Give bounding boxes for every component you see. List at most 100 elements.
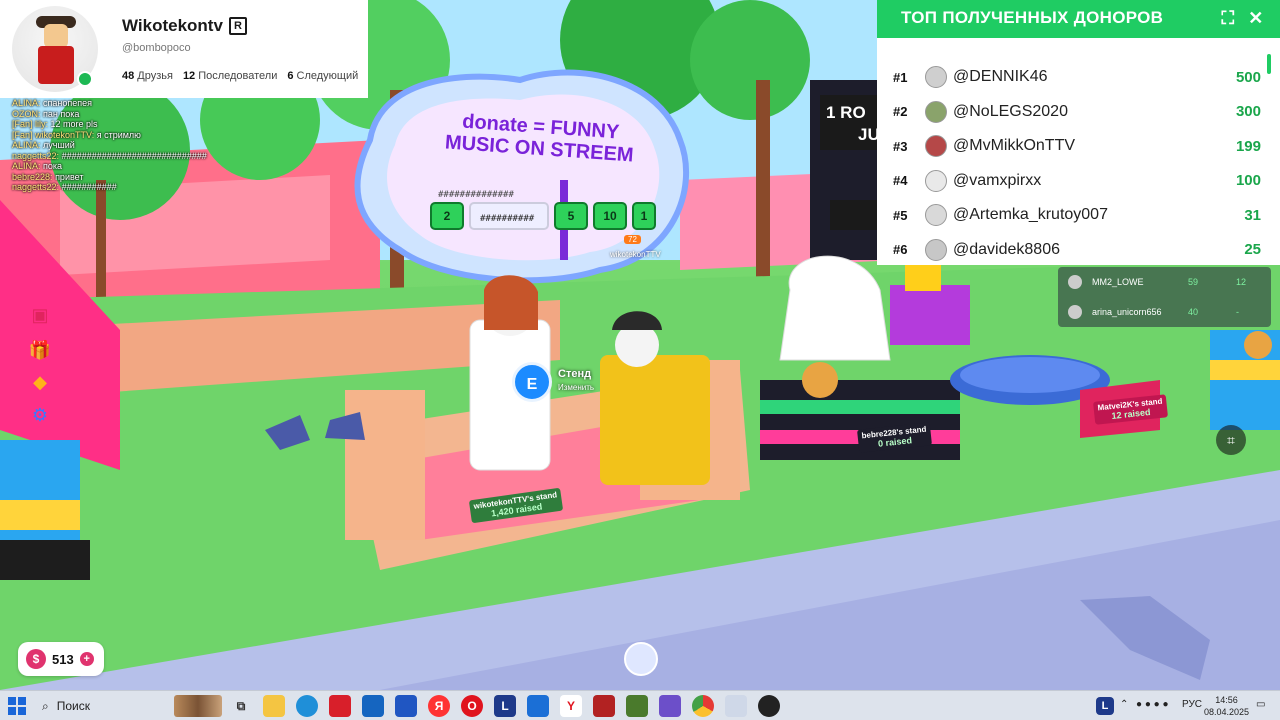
profile-stats: 48 Друзья 12 Последователи 6 Следующий <box>122 70 358 82</box>
file-explorer-icon[interactable] <box>263 695 285 717</box>
donor-amount: 300 <box>1235 103 1261 121</box>
donor-name: @Artemka_krutoy007 <box>953 206 1108 224</box>
friends-stat: 48 Друзья <box>122 70 173 82</box>
booth-sign-line1: 1 RO <box>826 103 866 122</box>
add-robux-icon[interactable]: + <box>79 652 94 666</box>
donor-rank: #5 <box>893 207 908 223</box>
mini-value-a: 40 <box>1188 307 1199 317</box>
prompt-key[interactable]: E <box>512 362 552 402</box>
mini-name: MM2_LOWE <box>1092 277 1144 287</box>
booth-sign-line2: JU <box>858 125 880 144</box>
donate-button-5[interactable]: 10 <box>593 202 627 230</box>
following-stat: 6 Следующий <box>287 70 358 82</box>
sign-hash2: ########## <box>480 214 535 224</box>
donate-button-1[interactable]: 2 <box>430 202 464 230</box>
search-icon: ⌕ <box>42 698 49 713</box>
profile-handle: @bomboроco <box>122 42 191 54</box>
robux-icon: $ <box>26 649 46 669</box>
chrome-icon[interactable] <box>692 695 714 717</box>
donor-avatar <box>925 100 947 123</box>
game-icon[interactable] <box>659 695 681 717</box>
donate-button-6[interactable]: 1 <box>632 202 656 230</box>
screenshot-icon[interactable]: ⌗ <box>1216 425 1246 455</box>
sign-hash: ############## <box>438 190 514 200</box>
following-label: Следующий <box>296 70 359 82</box>
game-launcher-icon[interactable] <box>593 695 615 717</box>
roblox-icon[interactable] <box>725 695 747 717</box>
followers-count: 12 <box>182 70 196 82</box>
donor-name: @davidek8806 <box>953 240 1060 258</box>
task-view-icon[interactable]: ⧉ <box>230 695 252 717</box>
followers-label: Последователи <box>198 70 278 82</box>
friends-count: 48 <box>122 70 135 82</box>
antivirus-icon[interactable] <box>329 695 351 717</box>
donor-row[interactable]: #6 @davidek8806 25 <box>877 233 1280 268</box>
interaction-prompt[interactable]: E Стенд Изменить <box>512 362 612 402</box>
profile-name: Wikotekontv <box>122 16 223 35</box>
close-icon[interactable]: ✕ <box>1245 8 1267 30</box>
donor-amount: 25 <box>1244 241 1261 259</box>
tray-launcher-icon[interactable]: L <box>1096 697 1114 715</box>
shop-icon[interactable]: ▣ <box>28 303 52 327</box>
yandex-icon[interactable]: Я <box>428 695 450 717</box>
donor-row[interactable]: #2 @NoLEGS2020 300 <box>877 95 1280 130</box>
search-highlight-image <box>174 695 222 717</box>
tray-icons[interactable]: ● ● ● ● <box>1136 699 1169 710</box>
chat-line: naggetts22: ############################… <box>12 150 207 161</box>
clock-time: 14:56 <box>1215 695 1238 705</box>
sign-donation-buttons: 2 5 10 1 <box>430 202 656 230</box>
donor-name: @NoLEGS2020 <box>953 102 1068 120</box>
premium-icon: R <box>228 17 247 35</box>
expand-icon[interactable]: ⛶ <box>1217 8 1239 30</box>
donor-avatar <box>925 238 947 261</box>
start-button[interactable] <box>8 697 26 715</box>
clock-date: 08.04.2025 <box>1204 707 1250 717</box>
taskbar-clock[interactable]: 14:56 08.04.2025 <box>1204 694 1249 718</box>
calculator-icon[interactable] <box>395 695 417 717</box>
launcher-icon[interactable]: L <box>494 695 516 717</box>
tray-chevron-icon[interactable]: ⌃ <box>1120 699 1128 710</box>
donor-row[interactable]: #1 @DENNIK46 500 <box>877 60 1280 95</box>
donate-button-4[interactable]: 5 <box>554 202 588 230</box>
chat-line: bebre228: привет <box>12 171 84 182</box>
mini-value-b: - <box>1236 307 1239 317</box>
language-indicator[interactable]: РУС <box>1182 699 1202 710</box>
robux-value: 513 <box>52 651 74 667</box>
chat-line: ALINA: спанопепея <box>12 98 93 108</box>
donor-amount: 100 <box>1235 172 1261 190</box>
donor-amount: 500 <box>1235 68 1261 86</box>
chat-line: [Fan] wikotekonTTV: я стримлю <box>12 129 141 140</box>
mini-row: arina_unicorn656 40 - <box>1058 297 1271 327</box>
donor-avatar <box>925 66 947 89</box>
streamer-profile-card: Wikotekontv R @bomboроco 48 Друзья 12 Посл… <box>0 0 368 98</box>
donor-row[interactable]: #4 @vamxpirxx 100 <box>877 164 1280 199</box>
prompt-subtitle: Изменить <box>558 383 595 392</box>
settings-icon[interactable]: ⚙ <box>28 403 52 427</box>
windows-taskbar: ⌕ Поиск ⧉ Я O L Y L ⌃ ● ● ● ● РУС 14:56 … <box>0 690 1280 720</box>
game-chat: ALINA: спанопепея OZON: пан пока [Fan] l… <box>12 98 252 193</box>
chat-line: OZON: пан пока <box>12 108 80 119</box>
chat-line: naggetts22: ########### <box>12 182 117 192</box>
donor-name: @vamxpirxx <box>953 171 1042 189</box>
obs-icon[interactable] <box>758 695 780 717</box>
donor-name: @MvMikkOnTTV <box>953 137 1076 155</box>
donor-row[interactable]: #5 @Artemka_krutoy007 31 <box>877 198 1280 233</box>
opera-icon[interactable]: O <box>461 695 483 717</box>
minecraft-icon[interactable] <box>626 695 648 717</box>
boost-icon[interactable]: ◆ <box>28 370 52 394</box>
robux-balance[interactable]: $ 513 + <box>18 642 104 676</box>
edge-icon[interactable] <box>296 695 318 717</box>
yandex-browser-icon[interactable]: Y <box>560 695 582 717</box>
donor-avatar <box>925 204 947 227</box>
mini-row: MM2_LOWE 59 12 <box>1058 267 1271 297</box>
outlook-icon[interactable] <box>362 695 384 717</box>
friends-label: Друзья <box>137 70 173 82</box>
donor-row[interactable]: #3 @MvMikkOnTTV 199 <box>877 129 1280 164</box>
notification-icon[interactable]: ▭ <box>1256 699 1265 710</box>
mini-value-a: 59 <box>1188 277 1199 287</box>
chat-line: [Fan] lily: 12 more pls <box>12 119 98 129</box>
donor-rank: #6 <box>893 242 908 258</box>
donor-amount: 199 <box>1235 137 1261 155</box>
gift-icon[interactable]: 🎁 <box>28 338 52 362</box>
app-icon[interactable] <box>527 695 549 717</box>
